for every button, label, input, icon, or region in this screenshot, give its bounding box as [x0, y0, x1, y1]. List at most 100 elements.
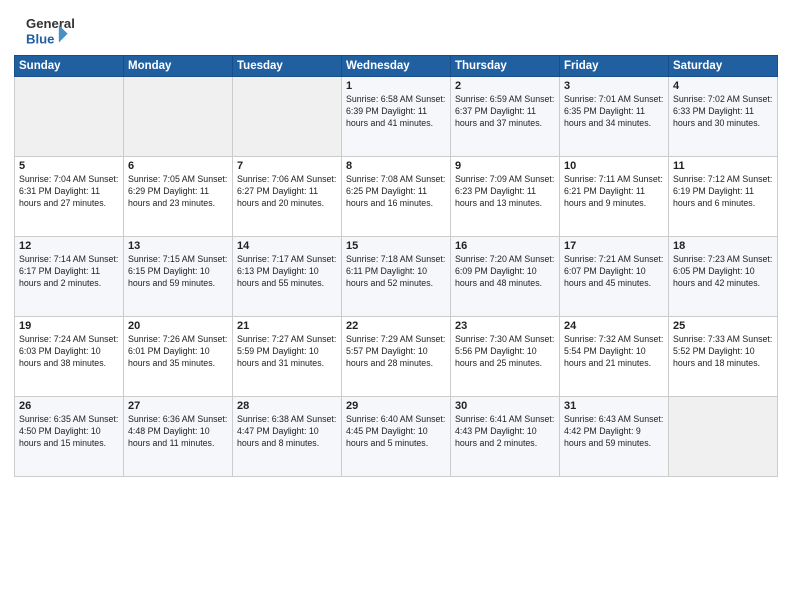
- header: GeneralBlue: [14, 10, 778, 49]
- cell-info: Sunrise: 6:58 AM Sunset: 6:39 PM Dayligh…: [346, 94, 446, 130]
- cell-info: Sunrise: 7:21 AM Sunset: 6:07 PM Dayligh…: [564, 254, 664, 290]
- calendar-cell: 14 Sunrise: 7:17 AM Sunset: 6:13 PM Dayli…: [233, 237, 342, 317]
- calendar-cell: 25Sunrise: 7:33 AM Sunset: 5:52 PM Dayli…: [669, 317, 778, 397]
- day-number: 9: [455, 160, 555, 172]
- calendar-cell: 27 Sunrise: 6:36 AM Sunset: 4:48 PM Dayli…: [124, 397, 233, 477]
- cell-info: Sunrise: 7:14 AM Sunset: 6:17 PM Dayligh…: [19, 254, 119, 290]
- day-number: 3: [564, 80, 664, 92]
- weekday-header: Friday: [560, 56, 669, 77]
- day-number: 10: [564, 160, 664, 172]
- day-number: 8: [346, 160, 446, 172]
- day-number: 25: [673, 320, 773, 332]
- calendar-cell: 5 Sunrise: 7:04 AM Sunset: 6:31 PM Daylig…: [15, 157, 124, 237]
- calendar-cell: 30Sunrise: 6:41 AM Sunset: 4:43 PM Dayli…: [451, 397, 560, 477]
- svg-text:General: General: [26, 16, 75, 31]
- svg-text:Blue: Blue: [26, 32, 54, 47]
- calendar-week-row: 1 Sunrise: 6:58 AM Sunset: 6:39 PM Daylig…: [15, 77, 778, 157]
- calendar-cell: 1 Sunrise: 6:58 AM Sunset: 6:39 PM Daylig…: [342, 77, 451, 157]
- cell-info: Sunrise: 7:12 AM Sunset: 6:19 PM Dayligh…: [673, 174, 773, 210]
- cell-info: Sunrise: 7:24 AM Sunset: 6:03 PM Dayligh…: [19, 334, 119, 370]
- day-number: 16: [455, 240, 555, 252]
- weekday-header: Sunday: [15, 56, 124, 77]
- cell-info: Sunrise: 6:40 AM Sunset: 4:45 PM Dayligh…: [346, 414, 446, 450]
- day-number: 4: [673, 80, 773, 92]
- cell-info: Sunrise: 6:41 AM Sunset: 4:43 PM Dayligh…: [455, 414, 555, 450]
- day-number: 2: [455, 80, 555, 92]
- calendar-cell: [124, 77, 233, 157]
- day-number: 26: [19, 400, 119, 412]
- weekday-header-row: SundayMondayTuesdayWednesdayThursdayFrid…: [15, 56, 778, 77]
- calendar-cell: 7 Sunrise: 7:06 AM Sunset: 6:27 PM Daylig…: [233, 157, 342, 237]
- cell-info: Sunrise: 7:26 AM Sunset: 6:01 PM Dayligh…: [128, 334, 228, 370]
- cell-info: Sunrise: 7:32 AM Sunset: 5:54 PM Dayligh…: [564, 334, 664, 370]
- calendar-cell: 21Sunrise: 7:27 AM Sunset: 5:59 PM Dayli…: [233, 317, 342, 397]
- day-number: 19: [19, 320, 119, 332]
- cell-info: Sunrise: 7:23 AM Sunset: 6:05 PM Dayligh…: [673, 254, 773, 290]
- cell-info: Sunrise: 7:02 AM Sunset: 6:33 PM Dayligh…: [673, 94, 773, 130]
- cell-info: Sunrise: 6:43 AM Sunset: 4:42 PM Dayligh…: [564, 414, 664, 450]
- cell-info: Sunrise: 7:20 AM Sunset: 6:09 PM Dayligh…: [455, 254, 555, 290]
- cell-info: Sunrise: 7:04 AM Sunset: 6:31 PM Dayligh…: [19, 174, 119, 210]
- day-number: 27: [128, 400, 228, 412]
- calendar-cell: 15 Sunrise: 7:18 AM Sunset: 6:11 PM Dayli…: [342, 237, 451, 317]
- cell-info: Sunrise: 7:06 AM Sunset: 6:27 PM Dayligh…: [237, 174, 337, 210]
- calendar-cell: 4 Sunrise: 7:02 AM Sunset: 6:33 PM Daylig…: [669, 77, 778, 157]
- cell-info: Sunrise: 7:30 AM Sunset: 5:56 PM Dayligh…: [455, 334, 555, 370]
- day-number: 12: [19, 240, 119, 252]
- cell-info: Sunrise: 6:35 AM Sunset: 4:50 PM Dayligh…: [19, 414, 119, 450]
- calendar-week-row: 19 Sunrise: 7:24 AM Sunset: 6:03 PM Dayli…: [15, 317, 778, 397]
- day-number: 31: [564, 400, 664, 412]
- calendar-cell: 23 Sunrise: 7:30 AM Sunset: 5:56 PM Dayli…: [451, 317, 560, 397]
- day-number: 23: [455, 320, 555, 332]
- cell-info: Sunrise: 7:17 AM Sunset: 6:13 PM Dayligh…: [237, 254, 337, 290]
- day-number: 14: [237, 240, 337, 252]
- cell-info: Sunrise: 7:11 AM Sunset: 6:21 PM Dayligh…: [564, 174, 664, 210]
- cell-info: Sunrise: 7:29 AM Sunset: 5:57 PM Dayligh…: [346, 334, 446, 370]
- cell-info: Sunrise: 6:36 AM Sunset: 4:48 PM Dayligh…: [128, 414, 228, 450]
- day-number: 5: [19, 160, 119, 172]
- cell-info: Sunrise: 6:59 AM Sunset: 6:37 PM Dayligh…: [455, 94, 555, 130]
- calendar-cell: 2 Sunrise: 6:59 AM Sunset: 6:37 PM Daylig…: [451, 77, 560, 157]
- cell-info: Sunrise: 7:27 AM Sunset: 5:59 PM Dayligh…: [237, 334, 337, 370]
- calendar-cell: 26 Sunrise: 6:35 AM Sunset: 4:50 PM Dayli…: [15, 397, 124, 477]
- weekday-header: Thursday: [451, 56, 560, 77]
- cell-info: Sunrise: 6:38 AM Sunset: 4:47 PM Dayligh…: [237, 414, 337, 450]
- day-number: 1: [346, 80, 446, 92]
- calendar-cell: 28 Sunrise: 6:38 AM Sunset: 4:47 PM Dayli…: [233, 397, 342, 477]
- calendar-cell: 19 Sunrise: 7:24 AM Sunset: 6:03 PM Dayli…: [15, 317, 124, 397]
- weekday-header: Wednesday: [342, 56, 451, 77]
- calendar-cell: 17Sunrise: 7:21 AM Sunset: 6:07 PM Dayli…: [560, 237, 669, 317]
- calendar-cell: 8Sunrise: 7:08 AM Sunset: 6:25 PM Daylig…: [342, 157, 451, 237]
- calendar-cell: 24 Sunrise: 7:32 AM Sunset: 5:54 PM Dayli…: [560, 317, 669, 397]
- calendar-week-row: 12 Sunrise: 7:14 AM Sunset: 6:17 PM Dayli…: [15, 237, 778, 317]
- calendar-cell: 22Sunrise: 7:29 AM Sunset: 5:57 PM Dayli…: [342, 317, 451, 397]
- calendar-cell: 18 Sunrise: 7:23 AM Sunset: 6:05 PM Dayli…: [669, 237, 778, 317]
- calendar-cell: 9 Sunrise: 7:09 AM Sunset: 6:23 PM Daylig…: [451, 157, 560, 237]
- day-number: 11: [673, 160, 773, 172]
- day-number: 18: [673, 240, 773, 252]
- cell-info: Sunrise: 7:09 AM Sunset: 6:23 PM Dayligh…: [455, 174, 555, 210]
- calendar-cell: 13Sunrise: 7:15 AM Sunset: 6:15 PM Dayli…: [124, 237, 233, 317]
- weekday-header: Saturday: [669, 56, 778, 77]
- day-number: 15: [346, 240, 446, 252]
- calendar-cell: 29 Sunrise: 6:40 AM Sunset: 4:45 PM Dayli…: [342, 397, 451, 477]
- cell-info: Sunrise: 7:18 AM Sunset: 6:11 PM Dayligh…: [346, 254, 446, 290]
- calendar-cell: 10 Sunrise: 7:11 AM Sunset: 6:21 PM Dayli…: [560, 157, 669, 237]
- calendar-week-row: 5 Sunrise: 7:04 AM Sunset: 6:31 PM Daylig…: [15, 157, 778, 237]
- day-number: 29: [346, 400, 446, 412]
- cell-info: Sunrise: 7:01 AM Sunset: 6:35 PM Dayligh…: [564, 94, 664, 130]
- calendar-cell: 16 Sunrise: 7:20 AM Sunset: 6:09 PM Dayli…: [451, 237, 560, 317]
- day-number: 24: [564, 320, 664, 332]
- day-number: 7: [237, 160, 337, 172]
- calendar-cell: [233, 77, 342, 157]
- calendar-cell: 31 Sunrise: 6:43 AM Sunset: 4:42 PM Dayli…: [560, 397, 669, 477]
- calendar-cell: 12 Sunrise: 7:14 AM Sunset: 6:17 PM Dayli…: [15, 237, 124, 317]
- calendar-cell: [15, 77, 124, 157]
- calendar-cell: 3 Sunrise: 7:01 AM Sunset: 6:35 PM Daylig…: [560, 77, 669, 157]
- day-number: 20: [128, 320, 228, 332]
- weekday-header: Monday: [124, 56, 233, 77]
- day-number: 13: [128, 240, 228, 252]
- calendar-cell: [669, 397, 778, 477]
- day-number: 28: [237, 400, 337, 412]
- logo-icon: GeneralBlue: [14, 14, 84, 49]
